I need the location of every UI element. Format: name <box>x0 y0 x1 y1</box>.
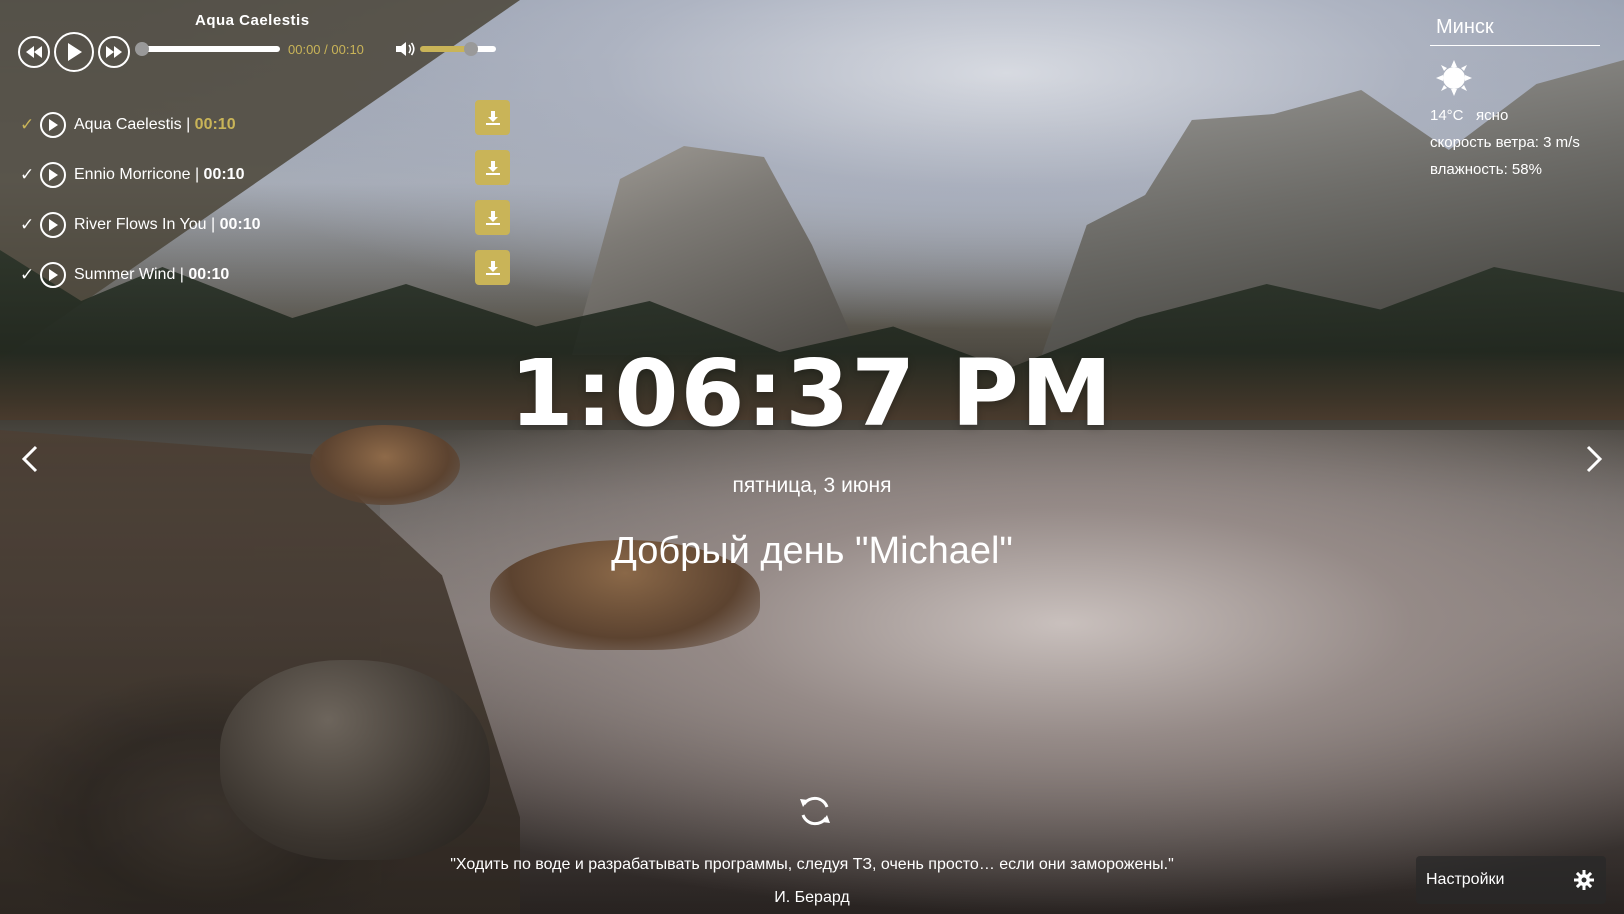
humidity: влажность: 58% <box>1430 161 1542 178</box>
background-rocks <box>0 430 520 914</box>
playlist: ✓ Aqua Caelestis | 00:10 ✓ Ennio Morrico… <box>20 100 510 300</box>
play-icon <box>49 269 58 281</box>
play-button[interactable] <box>54 32 94 72</box>
playlist-item-label: River Flows In You | 00:10 <box>74 216 260 234</box>
chevron-right-icon[interactable] <box>1582 444 1606 474</box>
play-icon <box>68 43 82 61</box>
download-button[interactable] <box>475 100 510 135</box>
play-icon <box>49 219 58 231</box>
playlist-item-duration: 00:10 <box>219 216 261 233</box>
weather-widget: Минск 14°C ясно скорость ветра: 3 m/s вл… <box>1430 14 1602 178</box>
playlist-item-title: River Flows In You <box>74 216 207 233</box>
playlist-item-duration: 00:10 <box>203 166 245 183</box>
playlist-play-button[interactable] <box>40 112 66 138</box>
download-button[interactable] <box>475 150 510 185</box>
playlist-item-label: Aqua Caelestis | 00:10 <box>74 116 236 134</box>
next-track-button[interactable] <box>98 36 130 68</box>
background-boulder <box>220 660 490 860</box>
playlist-item-separator: | <box>206 216 220 233</box>
greeting-text[interactable]: Добрый день "Michael" <box>0 530 1624 573</box>
gear-icon <box>1574 870 1594 890</box>
playlist-item-label: Summer Wind | 00:10 <box>74 266 229 284</box>
volume-slider[interactable] <box>420 42 496 56</box>
playlist-item-separator: | <box>181 116 195 133</box>
playlist-item-title: Ennio Morricone <box>74 166 191 183</box>
download-button[interactable] <box>475 200 510 235</box>
wind-speed: скорость ветра: 3 m/s <box>1430 134 1580 151</box>
previous-track-button[interactable] <box>18 36 50 68</box>
check-icon: ✓ <box>20 165 35 184</box>
rewind-icon <box>26 46 42 58</box>
playlist-item-title: Aqua Caelestis <box>74 116 182 133</box>
track-progress-bar[interactable] <box>135 42 280 56</box>
playlist-item-title: Summer Wind <box>74 266 176 283</box>
background-river <box>380 430 1624 914</box>
download-icon <box>485 110 500 125</box>
check-icon: ✓ <box>20 215 35 234</box>
playlist-item: ✓ Summer Wind | 00:10 <box>20 250 510 300</box>
quote-text: "Ходить по воде и разрабатывать программ… <box>450 856 1174 873</box>
speaker-icon[interactable] <box>396 41 416 57</box>
clock-time: 1:06:37 PM <box>509 340 1115 447</box>
download-button[interactable] <box>475 250 510 285</box>
chevron-left-icon[interactable] <box>18 444 42 474</box>
playlist-play-button[interactable] <box>40 162 66 188</box>
playlist-item: ✓ Aqua Caelestis | 00:10 <box>20 100 510 150</box>
playlist-play-button[interactable] <box>40 212 66 238</box>
playlist-item: ✓ Ennio Morricone | 00:10 <box>20 150 510 200</box>
playlist-item-duration: 00:10 <box>188 266 230 283</box>
track-time: 00:00 / 00:10 <box>288 42 364 57</box>
download-icon <box>485 210 500 225</box>
background-cliff-center <box>572 146 860 355</box>
play-icon <box>49 169 58 181</box>
check-icon: ✓ <box>20 115 35 134</box>
clock-date: пятница, 3 июня <box>732 474 892 497</box>
playlist-item-separator: | <box>175 266 189 283</box>
playlist-play-button[interactable] <box>40 262 66 288</box>
play-icon <box>49 119 58 131</box>
volume-handle[interactable] <box>464 42 478 56</box>
temperature: 14°C <box>1430 107 1464 124</box>
settings-label: Настройки <box>1426 871 1505 888</box>
weather-description: ясно <box>1476 107 1509 124</box>
progress-handle[interactable] <box>135 42 149 56</box>
quote-author: И. Берард <box>774 889 850 906</box>
player-controls <box>18 32 130 72</box>
settings-button[interactable]: Настройки <box>1416 856 1606 904</box>
playlist-item-label: Ennio Morricone | 00:10 <box>74 166 244 184</box>
fast-forward-icon <box>106 46 122 58</box>
playlist-item-duration: 00:10 <box>194 116 236 133</box>
city-input[interactable]: Минск <box>1430 14 1600 46</box>
playlist-item-separator: | <box>190 166 204 183</box>
current-track-title: Aqua Caelestis <box>195 12 310 29</box>
refresh-icon[interactable] <box>797 793 833 829</box>
playlist-item: ✓ River Flows In You | 00:10 <box>20 200 510 250</box>
download-icon <box>485 260 500 275</box>
download-icon <box>485 160 500 175</box>
sun-icon <box>1436 60 1472 96</box>
weather-summary: 14°C ясно <box>1430 107 1602 124</box>
check-icon: ✓ <box>20 265 35 284</box>
